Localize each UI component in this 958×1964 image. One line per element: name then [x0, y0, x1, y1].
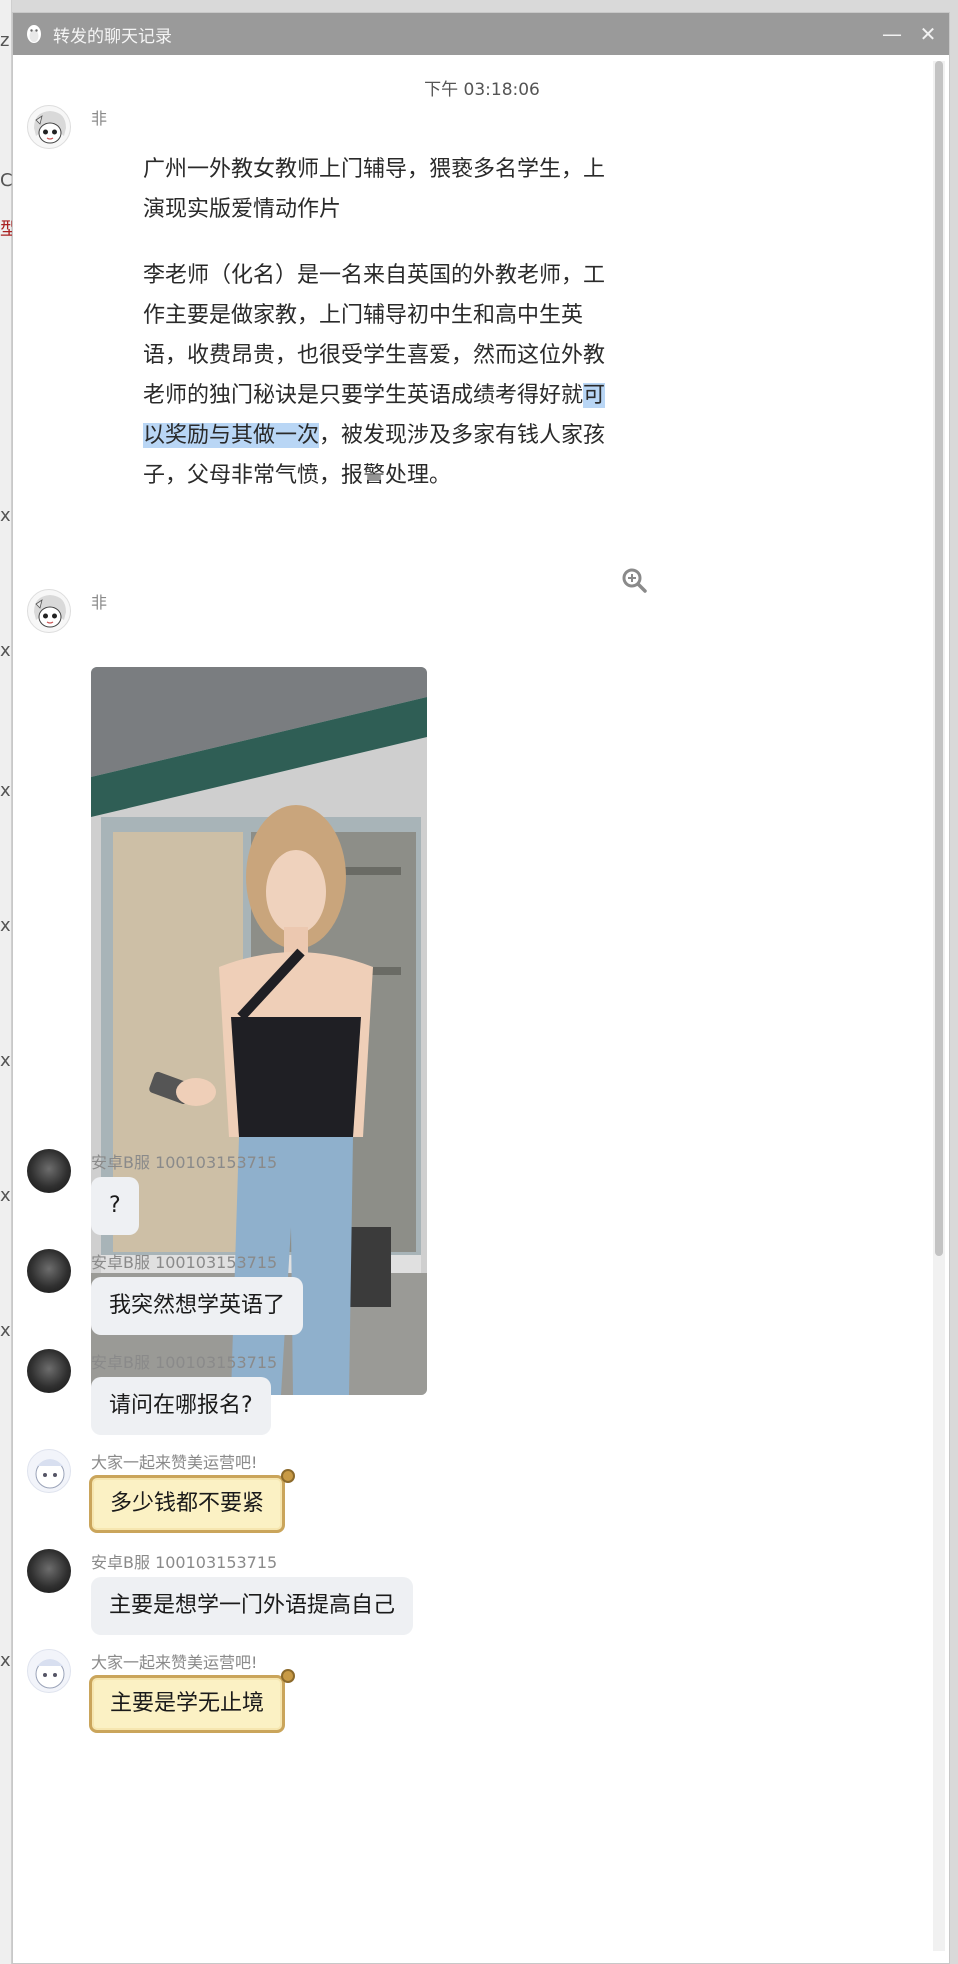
strip-char: z — [0, 30, 10, 51]
avatar[interactable] — [27, 1249, 71, 1293]
avatar[interactable] — [27, 1549, 71, 1593]
minimize-button[interactable]: — — [879, 21, 905, 47]
title-bar[interactable]: 转发的聊天记录 — ✕ — [13, 13, 949, 55]
cute-avatar-icon — [35, 1459, 65, 1489]
message-bubble[interactable]: 我突然想学英语了 — [91, 1277, 304, 1335]
close-button[interactable]: ✕ — [915, 21, 941, 47]
scroll-ornament-icon — [281, 1469, 295, 1483]
message-bubble-scroll[interactable]: 多少钱都不要紧 — [89, 1475, 286, 1533]
avatar[interactable] — [27, 1349, 71, 1393]
sender-name: 安卓B服 100103153715 — [91, 1253, 278, 1272]
scroll-ornament-icon — [281, 1669, 295, 1683]
sender-name: 非 — [91, 109, 108, 128]
avatar[interactable] — [27, 1149, 71, 1193]
article-paragraph: 李老师（化名）是一名来自英国的外教老师，工作主要是做家教，上门辅导初中生和高中生… — [143, 256, 623, 496]
message-bubble[interactable]: 请问在哪报名? — [91, 1377, 271, 1435]
sender-name: 安卓B服 100103153715 — [91, 1353, 278, 1372]
sender-name: 大家一起来赞美运营吧! — [91, 1453, 258, 1472]
penguin-icon — [27, 25, 41, 43]
avatar[interactable] — [27, 589, 71, 633]
strip-char: x — [0, 505, 11, 526]
forwarded-article: 广州一外教女教师上门辅导，猥亵多名学生，上演现实版爱情动作片 李老师（化名）是一… — [143, 150, 623, 522]
window-title: 转发的聊天记录 — [53, 26, 172, 47]
avatar[interactable] — [27, 1449, 71, 1493]
sender-name: 安卓B服 100103153715 — [91, 1553, 278, 1572]
avatar[interactable] — [27, 1649, 71, 1693]
strip-char: x — [0, 915, 11, 936]
sender-name: 安卓B服 100103153715 — [91, 1153, 278, 1172]
anime-avatar-icon — [34, 111, 66, 144]
sender-name: 非 — [91, 593, 108, 612]
message-bubble-scroll[interactable]: 主要是学无止境 — [89, 1675, 286, 1733]
anime-avatar-icon — [34, 595, 66, 628]
strip-char: C — [0, 170, 13, 191]
strip-char: x — [0, 1185, 11, 1206]
message-timestamp: 下午 03:18:06 — [424, 80, 540, 100]
forwarded-chat-window: 转发的聊天记录 — ✕ 下午 03:18:06 非 广州一外教女教师上门辅导，猥… — [12, 12, 950, 1964]
zoom-in-icon[interactable] — [621, 567, 647, 593]
strip-char: x — [0, 1650, 11, 1671]
strip-char: x — [0, 1050, 11, 1071]
avatar[interactable] — [27, 105, 71, 149]
article-text: 李老师（化名）是一名来自英国的外教老师，工作主要是做家教，上门辅导初中生和高中生… — [143, 263, 606, 408]
cute-avatar-icon — [35, 1659, 65, 1689]
strip-char: x — [0, 1320, 11, 1341]
strip-char: x — [0, 780, 11, 801]
chat-history[interactable]: 下午 03:18:06 非 广州一外教女教师上门辅导，猥亵多名学生，上演现实版爱… — [13, 55, 949, 1963]
article-paragraph: 广州一外教女教师上门辅导，猥亵多名学生，上演现实版爱情动作片 — [143, 157, 606, 222]
message-bubble[interactable]: ? — [91, 1177, 139, 1235]
sender-name: 大家一起来赞美运营吧! — [91, 1653, 258, 1672]
strip-char: x — [0, 640, 11, 661]
background-window-strip: z C 型 x x x x x x x x — [0, 0, 18, 1964]
message-bubble[interactable]: 主要是想学一门外语提高自己 — [91, 1577, 414, 1635]
scrollbar-thumb[interactable] — [935, 61, 943, 1256]
vertical-scrollbar[interactable] — [933, 61, 945, 1951]
